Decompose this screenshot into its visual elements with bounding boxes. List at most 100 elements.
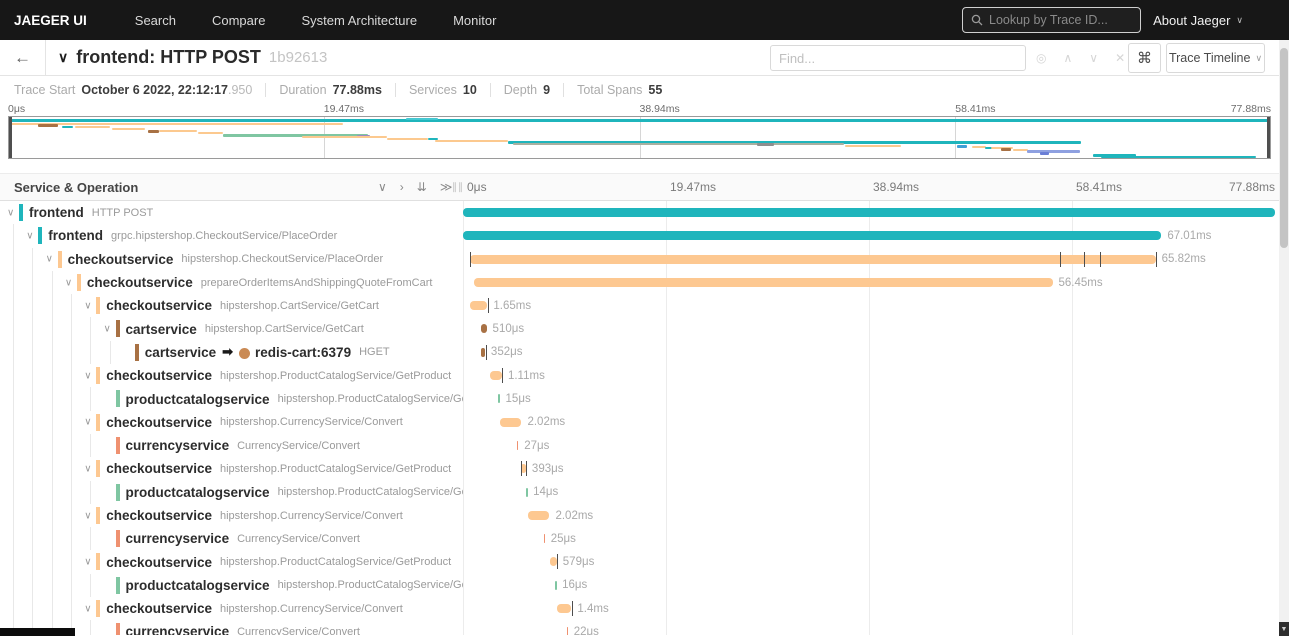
service-name: checkoutservice	[106, 368, 212, 384]
minimap-span-segment	[159, 130, 197, 132]
span-expand-chevron-icon[interactable]: ∨	[7, 207, 14, 218]
span-expand-chevron-icon[interactable]: ∨	[84, 300, 91, 311]
span-name-cell[interactable]: ∨ checkoutservice hipstershop.CurrencyServ…	[0, 597, 463, 621]
expand-one-icon[interactable]: ›	[400, 180, 404, 194]
chevron-down-icon: ∨	[1255, 52, 1263, 63]
span-name: frontend HTTP POST	[29, 201, 153, 224]
indent-guide	[13, 503, 14, 528]
minimap-right-handle[interactable]	[1267, 117, 1270, 158]
span-name-cell[interactable]: productcatalogservice hipstershop.Product…	[0, 387, 463, 411]
span-expand-chevron-icon[interactable]: ∨	[46, 254, 53, 265]
span-row: currencyservice CurrencyService/Convert 27…	[0, 433, 1289, 458]
span-duration-bar[interactable]	[566, 627, 569, 635]
nav-item-monitor[interactable]: Monitor	[453, 13, 496, 28]
span-duration-bar[interactable]	[543, 534, 546, 544]
nav-item-system-architecture[interactable]: System Architecture	[301, 13, 417, 28]
trace-lookup-input[interactable]: Lookup by Trace ID...	[962, 7, 1141, 33]
timeline-minimap[interactable]	[8, 116, 1271, 159]
span-expand-chevron-icon[interactable]: ∨	[65, 277, 72, 288]
span-duration-bar[interactable]	[550, 557, 557, 567]
span-expand-chevron-icon[interactable]: ∨	[84, 603, 91, 614]
vertical-scrollbar[interactable]: ▼	[1279, 40, 1289, 636]
minimap-left-handle[interactable]	[9, 117, 12, 158]
span-duration-bar[interactable]	[500, 417, 522, 427]
app-brand[interactable]: JAEGER UI	[14, 13, 87, 28]
span-expand-chevron-icon[interactable]: ∨	[84, 557, 91, 568]
span-expand-chevron-icon[interactable]: ∨	[104, 324, 111, 335]
span-name-cell[interactable]: ∨ checkoutservice hipstershop.ProductCatal…	[0, 457, 463, 481]
next-match-icon[interactable]: ∨	[1089, 51, 1098, 65]
scrollbar-down-button[interactable]: ▼	[1279, 622, 1289, 636]
nav-item-compare[interactable]: Compare	[212, 13, 265, 28]
minimap-gridline	[639, 117, 641, 158]
expand-all-icon[interactable]: ≫	[440, 180, 453, 194]
span-log-tick	[1155, 251, 1157, 267]
span-name-cell[interactable]: ∨ checkoutservice hipstershop.CheckoutServ…	[0, 247, 463, 271]
indent-guide	[90, 433, 92, 458]
span-duration-label: 14μs	[533, 486, 559, 499]
span-duration-bar[interactable]	[473, 277, 1053, 287]
indent-guide	[32, 340, 34, 365]
span-duration-bar[interactable]	[526, 487, 528, 497]
span-duration-bar[interactable]	[463, 231, 1162, 241]
span-timeline-cell: 1.65ms	[463, 294, 1275, 317]
span-duration-bar[interactable]	[480, 324, 487, 334]
service-color-chip	[19, 204, 23, 221]
span-expand-chevron-icon[interactable]: ∨	[84, 370, 91, 381]
span-name-cell[interactable]: ∨ checkoutservice hipstershop.ProductCatal…	[0, 550, 463, 574]
span-duration-bar[interactable]	[556, 604, 572, 614]
span-name-cell[interactable]: ∨ frontend grpc.hipstershop.CheckoutServic…	[0, 224, 463, 248]
find-input[interactable]: Find...	[770, 45, 1026, 71]
span-name-cell[interactable]: currencyservice CurrencyService/Convert	[0, 433, 463, 458]
span-name-cell[interactable]: cartservice ➡ redis-cart:6379 HGET	[0, 340, 463, 365]
indent-guide	[90, 573, 92, 598]
span-duration-bar[interactable]	[528, 510, 550, 520]
axis-tick-label: 0μs	[467, 180, 487, 194]
span-name-cell[interactable]: ∨ checkoutservice hipstershop.CurrencyServ…	[0, 503, 463, 528]
summary-label: Total Spans	[577, 82, 643, 97]
scrollbar-thumb[interactable]	[1280, 48, 1288, 248]
back-button[interactable]: ←	[0, 40, 46, 75]
span-duration-bar[interactable]	[480, 347, 485, 357]
span-duration-bar[interactable]	[555, 580, 557, 590]
span-duration-bar[interactable]	[490, 371, 502, 381]
span-name-cell[interactable]: ∨ checkoutservice hipstershop.ProductCatal…	[0, 364, 463, 388]
span-duration-bar[interactable]	[470, 301, 488, 311]
operation-name: hipstershop.CartService/GetCart	[220, 299, 379, 312]
span-name-cell[interactable]: currencyservice CurrencyService/Convert	[0, 527, 463, 551]
span-name-cell[interactable]: productcatalogservice hipstershop.Product…	[0, 573, 463, 598]
span-name-cell[interactable]: ∨ checkoutservice prepareOrderItemsAndShip…	[0, 270, 463, 295]
about-jaeger-menu[interactable]: About Jaeger ∨	[1153, 0, 1243, 40]
summary-value: 10	[462, 82, 477, 97]
minimap-span-segment	[61, 126, 74, 128]
indent-guide	[13, 387, 14, 411]
span-name-cell[interactable]: productcatalogservice hipstershop.Product…	[0, 480, 463, 504]
clear-icon[interactable]: ✕	[1115, 51, 1125, 65]
span-expand-chevron-icon[interactable]: ∨	[84, 510, 91, 521]
keyboard-shortcuts-button[interactable]: ⌘	[1128, 43, 1161, 73]
span-name-cell[interactable]: ∨ checkoutservice hipstershop.CurrencyServ…	[0, 410, 463, 434]
span-name-cell[interactable]: ∨ cartservice hipstershop.CartService/GetC…	[0, 317, 463, 341]
bottom-left-corner-bar	[0, 628, 75, 636]
span-duration-bar[interactable]	[463, 208, 1275, 217]
span-name-cell[interactable]: ∨ checkoutservice hipstershop.CartService/…	[0, 294, 463, 318]
indent-guide	[32, 433, 34, 458]
match-focus-icon[interactable]: ◎	[1036, 51, 1046, 65]
span-expand-chevron-icon[interactable]: ∨	[84, 417, 91, 428]
span-duration-bar[interactable]	[470, 254, 1156, 264]
trace-view-dropdown[interactable]: Trace Timeline ∨	[1166, 43, 1265, 73]
collapse-all-icon[interactable]: ⇊	[417, 180, 427, 194]
span-expand-chevron-icon[interactable]: ∨	[26, 230, 33, 241]
collapse-one-icon[interactable]: ∨	[378, 180, 387, 194]
minimap-span-segment	[1026, 150, 1080, 153]
span-expand-chevron-icon[interactable]: ∨	[84, 463, 91, 474]
prev-match-icon[interactable]: ∧	[1063, 51, 1072, 65]
trace-collapse-toggle-icon[interactable]: ∨	[58, 49, 68, 66]
span-duration-bar[interactable]	[498, 394, 500, 404]
span-row: productcatalogservice hipstershop.Product…	[0, 480, 1289, 504]
nav-item-search[interactable]: Search	[135, 13, 176, 28]
indent-guide	[13, 480, 14, 504]
summary-duration: Duration 77.88ms	[265, 82, 382, 97]
span-name-cell[interactable]: ∨ frontend HTTP POST	[0, 201, 463, 224]
span-duration-bar[interactable]	[516, 440, 519, 450]
